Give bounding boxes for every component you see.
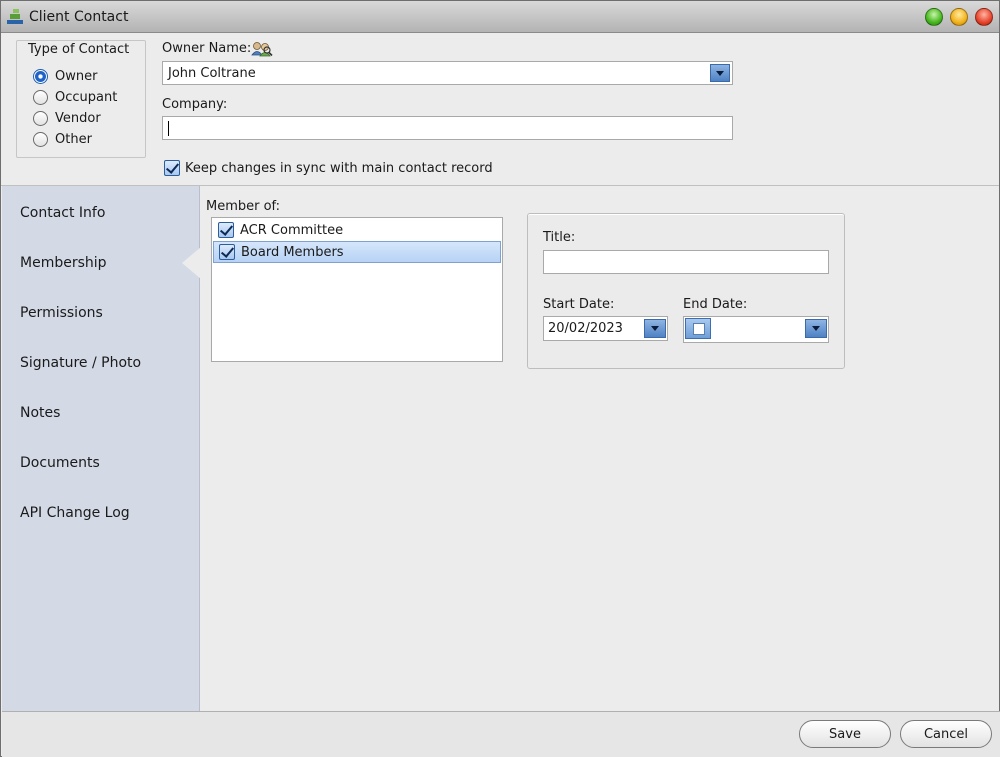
group-name: Board Members <box>241 244 344 260</box>
sidebar-item-api-change-log[interactable]: API Change Log <box>20 505 130 521</box>
cancel-button[interactable]: Cancel <box>900 720 992 748</box>
group-name: ACR Committee <box>240 222 344 238</box>
member-of-label: Member of: <box>206 199 281 214</box>
sidebar-item-notes[interactable]: Notes <box>20 405 60 421</box>
null-date-toggle[interactable] <box>685 318 711 339</box>
people-search-icon[interactable] <box>251 40 273 57</box>
list-item[interactable]: Board Members <box>213 241 501 263</box>
radio-owner[interactable]: Owner <box>33 67 97 85</box>
text-caret <box>168 121 169 136</box>
company-input[interactable] <box>162 116 733 140</box>
title-input[interactable] <box>543 250 829 274</box>
sidebar-item-documents[interactable]: Documents <box>20 455 100 471</box>
sidebar-item-signature-photo[interactable]: Signature / Photo <box>20 355 141 371</box>
close-button[interactable] <box>975 8 993 26</box>
owner-name-combo[interactable]: John Coltrane <box>162 61 733 85</box>
minimize-button[interactable] <box>950 8 968 26</box>
radio-occupant-label: Occupant <box>55 89 118 105</box>
radio-vendor-label: Vendor <box>55 110 101 126</box>
owner-name-value: John Coltrane <box>168 66 256 81</box>
end-date-picker[interactable] <box>683 316 829 343</box>
chevron-down-icon[interactable] <box>710 64 730 82</box>
sync-checkbox[interactable] <box>164 160 180 176</box>
type-of-contact-legend: Type of Contact <box>26 42 132 57</box>
window-title: Client Contact <box>29 9 129 25</box>
maximize-button[interactable] <box>925 8 943 26</box>
active-nav-pointer <box>182 247 201 279</box>
member-of-list[interactable]: ACR Committee Board Members <box>211 217 503 362</box>
owner-name-label: Owner Name: <box>162 41 252 56</box>
title-bar[interactable]: Client Contact <box>1 1 999 33</box>
sidebar-item-membership[interactable]: Membership <box>20 255 107 271</box>
start-date-picker[interactable]: 20/02/2023 <box>543 316 668 341</box>
list-item[interactable]: ACR Committee <box>213 219 501 241</box>
radio-occupant-indicator[interactable] <box>33 89 48 105</box>
group-checkbox[interactable] <box>219 244 235 260</box>
company-label: Company: <box>162 97 228 112</box>
sync-checkbox-label: Keep changes in sync with main contact r… <box>185 160 493 176</box>
sidebar-item-permissions[interactable]: Permissions <box>20 305 103 321</box>
radio-occupant[interactable]: Occupant <box>33 88 117 106</box>
start-date-value: 20/02/2023 <box>548 321 623 336</box>
radio-vendor[interactable]: Vendor <box>33 109 101 127</box>
app-icon <box>7 8 23 25</box>
sidebar-item-contact-info[interactable]: Contact Info <box>20 205 105 221</box>
chevron-down-icon[interactable] <box>805 319 827 338</box>
chevron-down-icon[interactable] <box>644 319 666 338</box>
radio-other-label: Other <box>55 131 92 147</box>
save-button[interactable]: Save <box>799 720 891 748</box>
start-date-label: Start Date: <box>543 297 615 312</box>
radio-owner-label: Owner <box>55 68 98 84</box>
radio-other-indicator[interactable] <box>33 131 48 147</box>
title-label: Title: <box>543 230 576 245</box>
radio-vendor-indicator[interactable] <box>33 110 48 126</box>
radio-owner-indicator[interactable] <box>33 68 48 84</box>
radio-other[interactable]: Other <box>33 130 92 148</box>
group-checkbox[interactable] <box>218 222 234 238</box>
end-date-label: End Date: <box>683 297 748 312</box>
client-contact-window: Client Contact Type of Contact Owner Occ… <box>0 0 1000 757</box>
sync-checkbox-row[interactable]: Keep changes in sync with main contact r… <box>164 159 493 177</box>
